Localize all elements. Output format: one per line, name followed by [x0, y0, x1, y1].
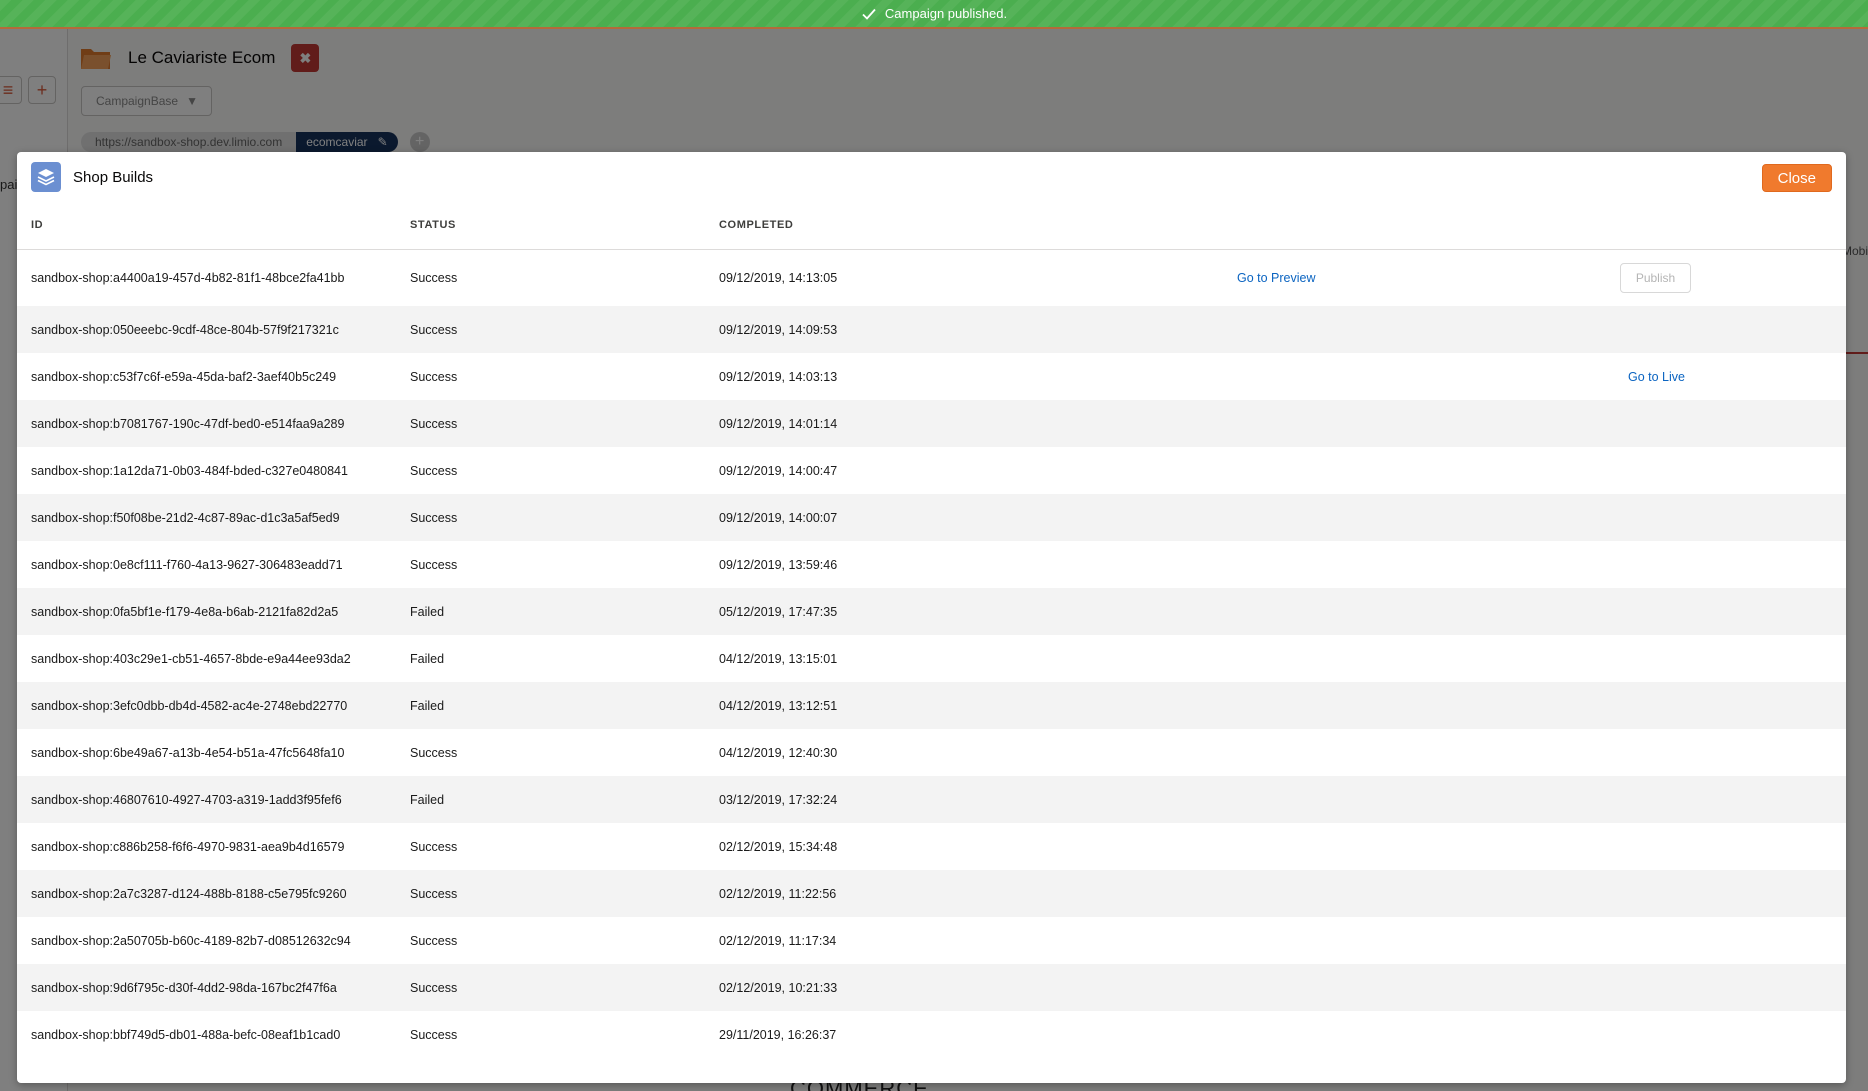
table-row: sandbox-shop:a4400a19-457d-4b82-81f1-48b… [17, 250, 1846, 306]
build-id: sandbox-shop:3efc0dbb-db4d-4582-ac4e-274… [31, 698, 348, 713]
build-id: sandbox-shop:9d6f795c-d30f-4dd2-98da-167… [31, 980, 337, 995]
build-status: Success [410, 271, 458, 285]
build-completed: 09/12/2019, 14:09:53 [719, 322, 838, 337]
builds-table-body: sandbox-shop:a4400a19-457d-4b82-81f1-48b… [17, 250, 1846, 1058]
build-id: sandbox-shop:403c29e1-cb51-4657-8bde-e9a… [31, 651, 351, 666]
build-id: sandbox-shop:46807610-4927-4703-a319-1ad… [31, 792, 342, 807]
build-id: sandbox-shop:bbf749d5-db01-488a-befc-08e… [31, 1027, 341, 1042]
table-header: ID STATUS COMPLETED [17, 202, 1846, 250]
build-status: Success [410, 557, 458, 572]
build-id: sandbox-shop:2a7c3287-d124-488b-8188-c5e… [31, 886, 347, 901]
build-status: Success [410, 839, 458, 854]
column-header-status: STATUS [410, 219, 456, 231]
table-row: sandbox-shop:9d6f795c-d30f-4dd2-98da-167… [17, 964, 1846, 1011]
table-row: sandbox-shop:0fa5bf1e-f179-4e8a-b6ab-212… [17, 588, 1846, 635]
build-id: sandbox-shop:6be49a67-a13b-4e54-b51a-47f… [31, 745, 345, 760]
build-status: Success [410, 510, 458, 525]
build-completed: 05/12/2019, 17:47:35 [719, 604, 838, 619]
modal-header: Shop Builds Close [17, 152, 1846, 202]
table-row: sandbox-shop:46807610-4927-4703-a319-1ad… [17, 776, 1846, 823]
build-completed: 02/12/2019, 11:22:56 [719, 886, 837, 901]
table-row: sandbox-shop:2a7c3287-d124-488b-8188-c5e… [17, 870, 1846, 917]
checkmark-icon [862, 8, 876, 20]
build-completed: 04/12/2019, 13:12:51 [719, 698, 838, 713]
table-row: sandbox-shop:0e8cf111-f760-4a13-9627-306… [17, 541, 1846, 588]
build-completed: 02/12/2019, 11:17:34 [719, 933, 837, 948]
build-completed: 09/12/2019, 14:00:47 [719, 463, 838, 478]
build-completed: 29/11/2019, 16:26:37 [719, 1027, 837, 1042]
build-status: Success [410, 980, 458, 995]
table-row: sandbox-shop:2a50705b-b60c-4189-82b7-d08… [17, 917, 1846, 964]
build-completed: 03/12/2019, 17:32:24 [719, 792, 838, 807]
column-header-completed: COMPLETED [719, 219, 794, 231]
build-status: Success [410, 463, 458, 478]
publish-button[interactable]: Publish [1620, 263, 1691, 293]
table-row: sandbox-shop:050eeebc-9cdf-48ce-804b-57f… [17, 306, 1846, 353]
build-completed: 09/12/2019, 14:01:14 [719, 416, 838, 431]
build-completed: 04/12/2019, 13:15:01 [719, 651, 838, 666]
build-status: Success [410, 322, 458, 337]
close-button[interactable]: Close [1761, 164, 1832, 192]
go-to-live-link[interactable]: Go to Live [1628, 370, 1685, 384]
build-completed: 02/12/2019, 15:34:48 [719, 839, 838, 854]
build-status: Failed [410, 651, 445, 666]
build-status: Failed [410, 604, 445, 619]
build-id: sandbox-shop:2a50705b-b60c-4189-82b7-d08… [31, 933, 351, 948]
build-status: Success [410, 1027, 458, 1042]
table-row: sandbox-shop:1a12da71-0b03-484f-bded-c32… [17, 447, 1846, 494]
build-id: sandbox-shop:f50f08be-21d2-4c87-89ac-d1c… [31, 510, 340, 525]
build-status: Success [410, 886, 458, 901]
build-completed: 09/12/2019, 14:00:07 [719, 510, 838, 525]
build-status: Success [410, 369, 458, 384]
build-id: sandbox-shop:a4400a19-457d-4b82-81f1-48b… [31, 271, 345, 285]
shop-builds-modal: Shop Builds Close ID STATUS COMPLETED sa… [17, 152, 1846, 1083]
build-id: sandbox-shop:b7081767-190c-47df-bed0-e51… [31, 416, 345, 431]
table-row: sandbox-shop:b7081767-190c-47df-bed0-e51… [17, 400, 1846, 447]
build-completed: 09/12/2019, 14:13:05 [719, 271, 838, 285]
table-row: sandbox-shop:c886b258-f6f6-4970-9831-aea… [17, 823, 1846, 870]
go-to-preview-link[interactable]: Go to Preview [1237, 271, 1316, 285]
build-status: Failed [410, 792, 445, 807]
build-id: sandbox-shop:0fa5bf1e-f179-4e8a-b6ab-212… [31, 604, 339, 619]
layers-icon [31, 162, 61, 192]
table-row: sandbox-shop:c53f7c6f-e59a-45da-baf2-3ae… [17, 353, 1846, 400]
build-id: sandbox-shop:0e8cf111-f760-4a13-9627-306… [31, 557, 343, 572]
table-row: sandbox-shop:403c29e1-cb51-4657-8bde-e9a… [17, 635, 1846, 682]
table-row: sandbox-shop:bbf749d5-db01-488a-befc-08e… [17, 1011, 1846, 1058]
build-id: sandbox-shop:1a12da71-0b03-484f-bded-c32… [31, 463, 348, 478]
table-row: sandbox-shop:f50f08be-21d2-4c87-89ac-d1c… [17, 494, 1846, 541]
build-id: sandbox-shop:050eeebc-9cdf-48ce-804b-57f… [31, 322, 339, 337]
build-completed: 09/12/2019, 13:59:46 [719, 557, 838, 572]
build-status: Failed [410, 698, 445, 713]
build-completed: 02/12/2019, 10:21:33 [719, 980, 838, 995]
build-completed: 04/12/2019, 12:40:30 [719, 745, 838, 760]
build-status: Success [410, 933, 458, 948]
build-id: sandbox-shop:c53f7c6f-e59a-45da-baf2-3ae… [31, 369, 337, 384]
build-status: Success [410, 745, 458, 760]
build-completed: 09/12/2019, 14:03:13 [719, 369, 838, 384]
table-row: sandbox-shop:3efc0dbb-db4d-4582-ac4e-274… [17, 682, 1846, 729]
table-row: sandbox-shop:6be49a67-a13b-4e54-b51a-47f… [17, 729, 1846, 776]
build-id: sandbox-shop:c886b258-f6f6-4970-9831-aea… [31, 839, 345, 854]
modal-title: Shop Builds [73, 168, 154, 186]
toast-message: Campaign published. [884, 6, 1008, 21]
success-toast: Campaign published. [0, 0, 1868, 29]
column-header-id: ID [31, 219, 44, 231]
build-status: Success [410, 416, 458, 431]
